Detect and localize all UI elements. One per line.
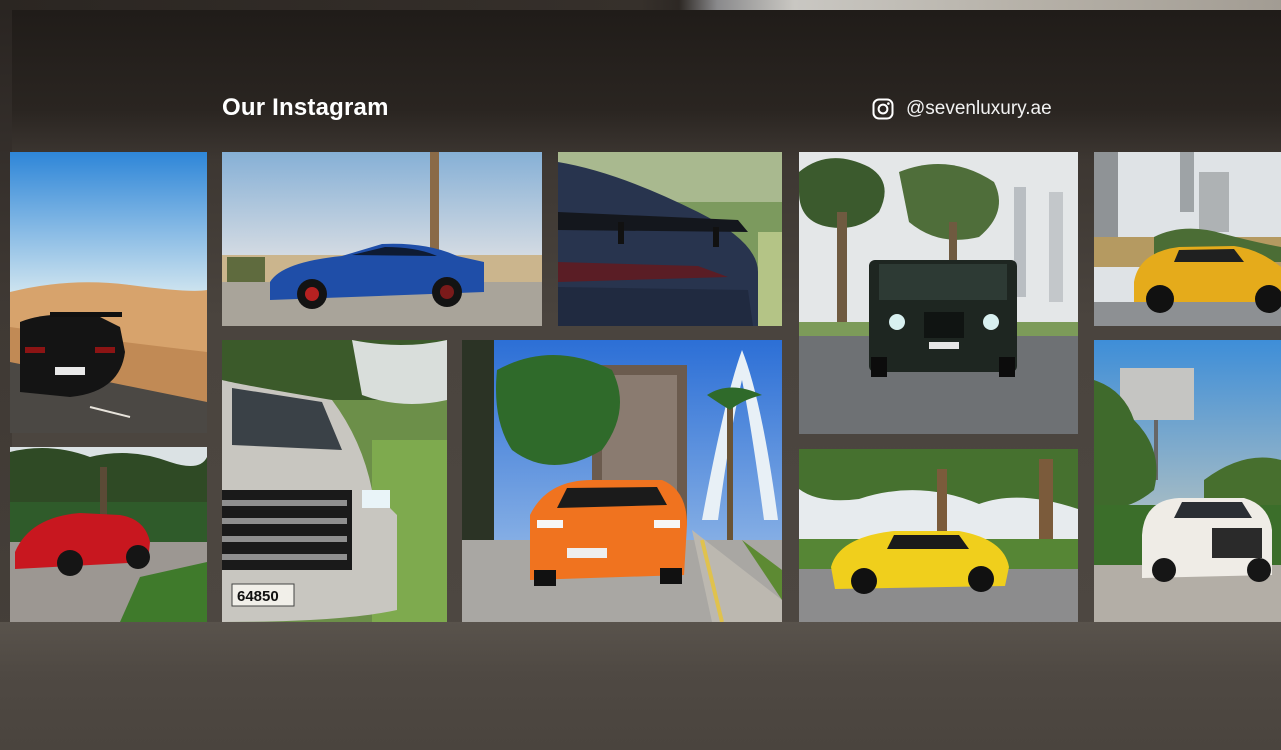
instagram-photo-amg-gt-rear[interactable]: [558, 152, 782, 326]
instagram-photo-yellow-ferrari[interactable]: [799, 449, 1078, 622]
section-footer-band: [0, 622, 1281, 750]
instagram-photo-yellow-urus[interactable]: [1094, 152, 1281, 326]
instagram-photo-orange-urus[interactable]: [462, 340, 782, 622]
instagram-handle-text: @sevenluxury.ae: [906, 98, 1052, 119]
instagram-handle-link[interactable]: @sevenluxury.ae: [872, 98, 1052, 120]
instagram-photo-white-escalade[interactable]: [1094, 340, 1281, 622]
instagram-photo-red-ferrari[interactable]: [10, 447, 207, 622]
svg-text:64850: 64850: [237, 588, 279, 605]
instagram-icon: [872, 98, 894, 120]
instagram-section: Our Instagram @sevenluxury.ae 64850: [0, 0, 1281, 750]
top-banner-edge: [0, 0, 1281, 10]
instagram-photo-blue-bentley[interactable]: [222, 152, 542, 326]
section-title: Our Instagram: [222, 94, 389, 121]
instagram-photo-black-supercar[interactable]: [10, 152, 207, 433]
instagram-photo-g-class[interactable]: [799, 152, 1078, 434]
instagram-photo-silver-escalade[interactable]: 64850: [222, 340, 447, 622]
